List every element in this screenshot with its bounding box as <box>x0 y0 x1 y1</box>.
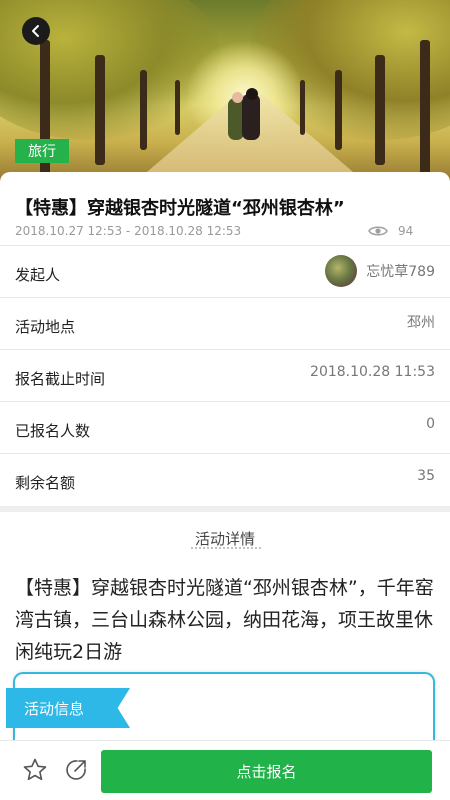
event-title: 【特惠】穿越银杏时光隧道“邳州银杏林” <box>15 198 345 219</box>
hero-tree <box>40 40 50 190</box>
remaining-label: 剩余名额 <box>15 474 76 492</box>
hero-tree <box>175 80 180 135</box>
enrolled-label: 已报名人数 <box>15 422 91 440</box>
hero-tree <box>95 55 105 165</box>
location-value: 邳州 <box>407 315 435 331</box>
category-tag: 旅行 <box>15 139 69 163</box>
hero-couple <box>224 88 264 144</box>
heading-dots-divider <box>190 546 262 550</box>
event-card: 【特惠】穿越银杏时光隧道“邳州银杏林” 2018.10.27 12:53 - 2… <box>0 172 450 508</box>
bottom-action-bar: 点击报名 <box>0 740 450 800</box>
host-label: 发起人 <box>15 266 61 284</box>
section-divider <box>0 506 450 512</box>
deadline-label: 报名截止时间 <box>15 370 106 388</box>
back-arrow-icon <box>32 25 39 37</box>
event-description: 【特惠】穿越银杏时光隧道“邳州银杏林”，千年窑湾古镇，三台山森林公园，纳田花海，… <box>15 577 434 663</box>
hero-tree <box>420 40 430 190</box>
share-icon[interactable] <box>63 757 89 783</box>
host-name: 忘忧草789 <box>366 264 435 280</box>
back-button[interactable] <box>22 17 50 45</box>
hero-tree <box>335 70 342 150</box>
avatar <box>325 255 357 287</box>
row-enrolled: 已报名人数 0 <box>0 401 450 453</box>
location-label: 活动地点 <box>15 318 76 336</box>
event-time-range: 2018.10.27 12:53 - 2018.10.28 12:53 <box>15 224 242 238</box>
eye-icon <box>368 226 388 236</box>
hero-tree <box>300 80 305 135</box>
deadline-value: 2018.10.28 11:53 <box>310 364 435 380</box>
row-deadline: 报名截止时间 2018.10.28 11:53 <box>0 349 450 401</box>
remaining-value: 35 <box>417 468 435 484</box>
star-icon[interactable] <box>22 757 48 783</box>
info-ribbon: 活动信息 <box>6 688 130 728</box>
row-host[interactable]: 发起人 忘忧草789 <box>0 245 450 297</box>
signup-button[interactable]: 点击报名 <box>101 750 432 793</box>
row-remaining: 剩余名额 35 <box>0 453 450 505</box>
row-location: 活动地点 邳州 <box>0 297 450 349</box>
hero-tree <box>375 55 385 165</box>
view-count: 94 <box>398 224 414 238</box>
enrolled-value: 0 <box>426 416 435 432</box>
hero-tree <box>140 70 147 150</box>
